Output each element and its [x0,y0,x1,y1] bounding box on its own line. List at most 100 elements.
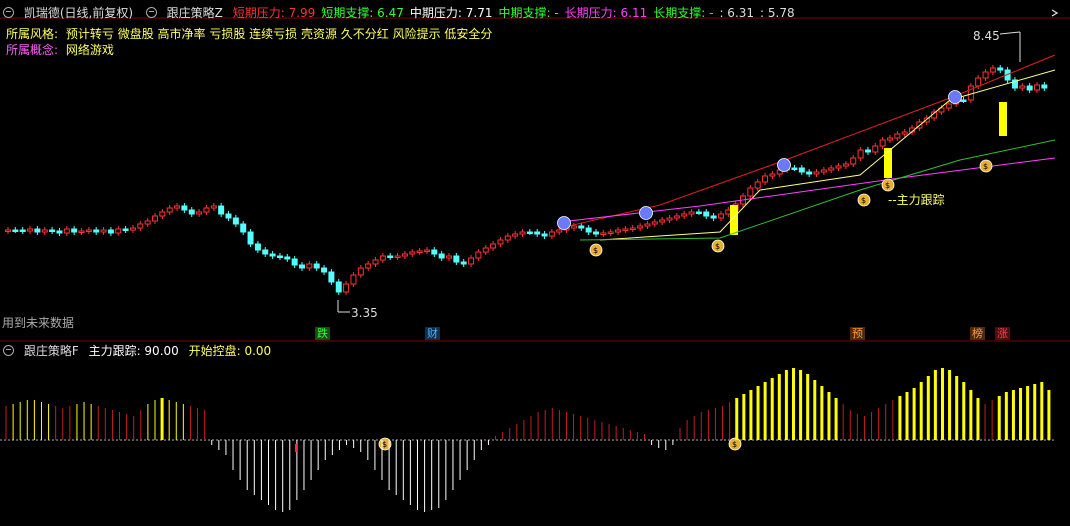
candle-body [306,263,313,269]
candle-body [387,255,394,258]
toggle-icon[interactable] [3,7,14,18]
chevron-icon[interactable] [1050,8,1060,18]
candle-body [710,215,717,219]
candle-body [438,253,445,259]
candle-body [762,175,769,183]
candle-body [960,99,967,102]
candle-body [490,243,497,249]
candle-body [27,228,34,232]
price-chart[interactable]: $ $ $ $ $ $ $ [0,0,1070,526]
candle-body [218,205,225,215]
candle-body [129,227,136,231]
candle-body [901,131,908,135]
candle-body [394,255,401,258]
main-tracking-note: --主力跟踪 [888,193,945,207]
candle-body [247,231,254,245]
candle-body [703,211,710,217]
candle-body [806,171,813,175]
event-tag-2[interactable]: 预 [850,327,865,340]
candle-body [203,207,210,213]
candle-body [600,232,607,235]
candle-body [894,133,901,139]
svg-text:$: $ [885,181,890,190]
candle-body [350,274,357,285]
candle-body [1034,84,1040,91]
event-tag-4[interactable]: 涨 [995,327,1010,340]
candle-body [174,205,181,209]
candle-body [196,211,203,215]
header-value-2: 中期压力: 7.71 [409,6,493,20]
candle-body [1041,84,1048,89]
indicator-values: 短期压力: 7.99 短期支撑: 6.47 中期压力: 7.71 中期支撑: - 长期压… [233,6,801,20]
candle-body [188,209,195,215]
chart-area[interactable]: $ $ $ $ $ $ $ [0,0,1070,526]
stock-name: 凯瑞德(日线,前复权) [23,6,134,20]
candle-body [299,264,305,269]
candle-body [820,169,827,173]
candle-body [526,231,533,234]
concept-label: 所属概念: [6,43,59,57]
candle-body [313,263,320,269]
event-tag-0[interactable]: 跌 [315,327,330,340]
candle-body [166,207,173,213]
candle-body [409,251,416,255]
candle-body [63,228,70,234]
header-value-4: 长期压力: 6.11 [564,6,648,20]
style-value: 预计转亏 微盘股 高市净率 亏损股 连续亏损 壳资源 久不分红 风险提示 低安全… [65,27,493,41]
candle-body [556,229,563,233]
mid-pressure-line [599,69,1056,241]
candle-body [887,137,893,141]
event-tag-3[interactable]: 榜 [970,327,985,340]
candle-body [637,225,644,229]
candle-body [673,215,680,219]
candle-body [262,249,269,255]
svg-text:$: $ [593,246,598,255]
candle-body [688,211,695,215]
yellow-signal-bar [884,148,892,178]
face-icon [557,216,571,230]
candle-body [512,233,519,237]
event-tag-1[interactable]: 财 [425,327,440,340]
start-control-value: 开始控盘: 0.00 [188,344,272,358]
header-value-5: 长期支撑: - [653,6,714,20]
candle-body [644,223,651,227]
candle-body [291,258,298,266]
candle-body [5,229,11,232]
candle-body [534,231,541,235]
candle-body [857,149,864,159]
yellow-signal-bar [999,102,1007,136]
toggle-icon[interactable] [3,345,14,356]
style-row: 所属风格: 预计转亏 微盘股 高市净率 亏损股 连续亏损 壳资源 久不分红 风险… [6,26,492,42]
candle-body [240,223,247,233]
candle-body [210,205,217,209]
candle-body [468,257,475,265]
future-data-note: 用到未来数据 [2,316,75,330]
toggle-icon[interactable] [145,7,157,18]
candle-body [446,255,452,259]
candle-body [379,255,386,261]
candle-body [41,229,48,233]
candle-body [695,211,702,214]
sub-indicator-header: 跟庄策略F 主力跟踪: 90.00 开始控盘: 0.00 [0,343,277,359]
candle-body [137,223,144,229]
candle-body [570,225,577,229]
face-icon [948,90,962,104]
candle-body [357,267,364,276]
candle-body [629,227,636,230]
candle-body [519,231,526,235]
candle-body [659,219,666,223]
candle-body [71,228,78,233]
candle-body [754,181,761,189]
candle-body [541,233,548,237]
candle-body [982,71,989,79]
candle-body [666,217,673,221]
candle-body [548,231,555,237]
candle-body [107,229,114,234]
candle-body [284,256,291,260]
candle-body [879,139,886,147]
indicator-header: 凯瑞德(日线,前复权) 跟庄策略Z 短期压力: 7.99 短期支撑: 6.47 中期… [0,5,807,21]
candle-body [615,229,622,233]
low-price-label: 3.35 [351,306,378,320]
concept-value: 网络游戏 [65,43,114,57]
candle-body [460,261,467,265]
